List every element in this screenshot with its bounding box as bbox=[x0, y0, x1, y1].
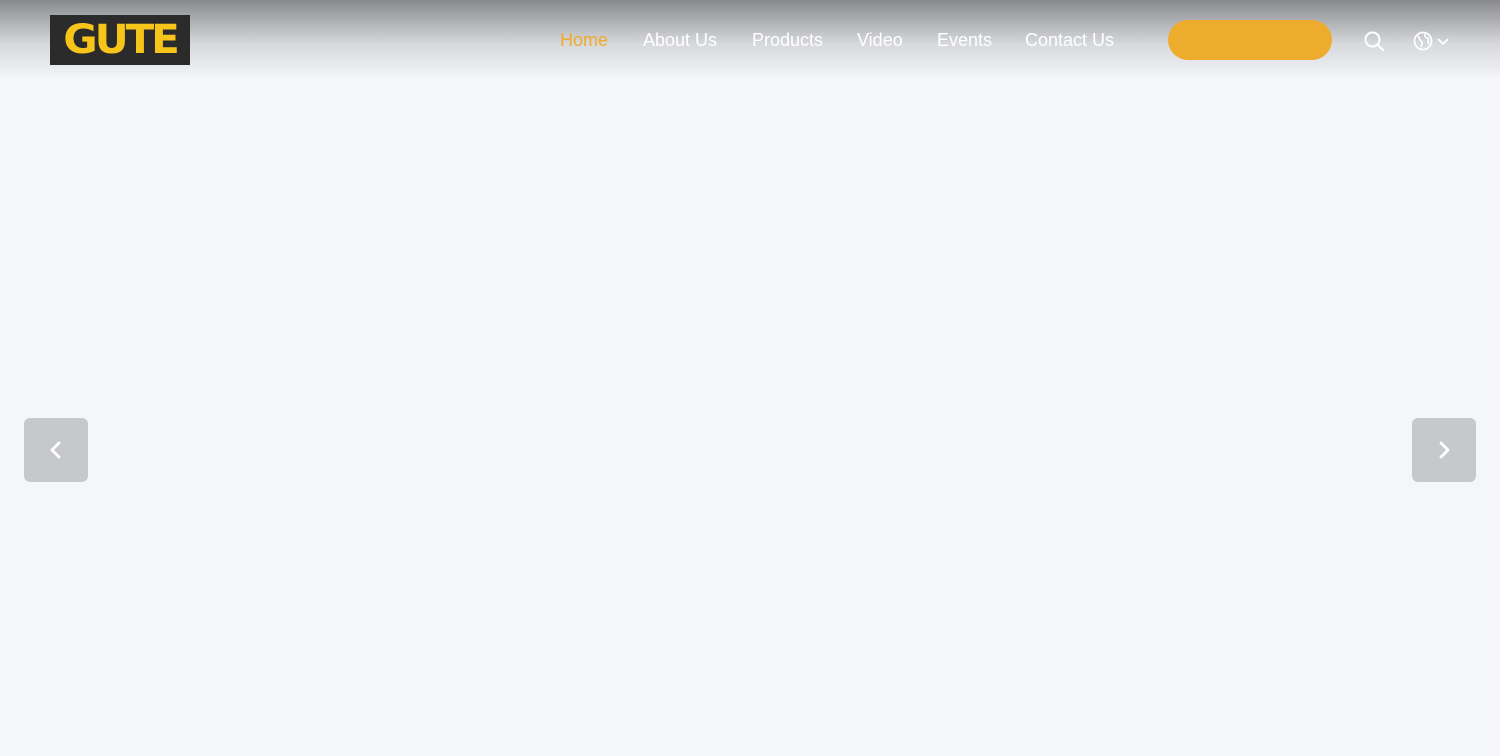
language-selector[interactable] bbox=[1410, 29, 1452, 53]
nav-item-events[interactable]: Events bbox=[937, 29, 992, 51]
nav-item-contact-us[interactable]: Contact Us bbox=[1025, 29, 1114, 51]
nav-item-about-us[interactable]: About Us bbox=[643, 29, 717, 51]
nav-item-video[interactable]: Video bbox=[857, 29, 903, 51]
chevron-right-icon bbox=[1432, 438, 1456, 462]
site-header: GUTE Home About Us Products Video Events… bbox=[0, 0, 1500, 80]
slider-next-button[interactable] bbox=[1412, 418, 1476, 482]
chevron-down-icon bbox=[1436, 36, 1450, 46]
chevron-left-icon bbox=[44, 438, 68, 462]
slider-prev-button[interactable] bbox=[24, 418, 88, 482]
search-icon[interactable] bbox=[1362, 29, 1386, 53]
nav-item-home[interactable]: Home bbox=[560, 29, 608, 51]
hero-slider bbox=[0, 80, 1500, 756]
nav-item-products[interactable]: Products bbox=[752, 29, 823, 51]
cta-button[interactable] bbox=[1168, 20, 1332, 60]
globe-icon bbox=[1412, 30, 1434, 52]
